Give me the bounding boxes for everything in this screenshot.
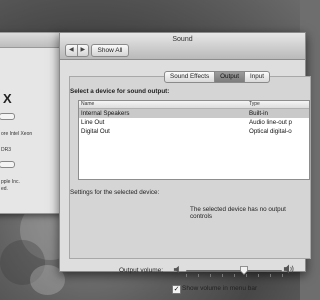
tab-bar: Sound Effects Output Input [164,71,271,83]
table-row[interactable]: Line Out Audio line-out p [79,118,309,127]
sound-preferences-window: Sound ◀ ▶ Show All Sound Effects Output … [59,32,311,294]
volume-tick [198,274,199,277]
device-name: Line Out [81,119,105,126]
volume-tick [222,274,223,277]
no-controls-message: The selected device has no output contro… [190,206,286,220]
tab-input[interactable]: Input [244,72,269,82]
more-info-button[interactable] [0,161,15,168]
speaker-low-icon [173,265,179,274]
window-title: Sound [172,36,193,43]
volume-tick [246,274,247,277]
output-volume-label: Output volume: [119,267,164,274]
about-window-titlebar[interactable] [0,33,61,48]
tab-sound-effects[interactable]: Sound Effects [165,72,214,82]
device-name: Internal Speakers [81,110,130,117]
forward-button[interactable]: ▶ [76,45,89,56]
back-button[interactable]: ◀ [66,45,77,56]
table-header: Name Type [79,101,309,109]
volume-slider[interactable] [186,270,282,272]
tab-output[interactable]: Output [214,72,244,82]
column-header-name[interactable]: Name [81,101,94,108]
volume-tick [210,274,211,277]
copyright-text: pple Inc. [1,179,20,185]
memory-text: DR3 [1,147,12,153]
output-device-table[interactable]: Name Type Internal Speakers Built-in Lin… [78,100,310,180]
nav-button-group: ◀ ▶ [65,44,89,57]
column-header-type[interactable]: Type [249,101,260,108]
volume-tick [186,274,187,277]
version-button[interactable] [0,113,15,120]
output-device-heading: Select a device for sound output: [70,88,170,95]
window-titlebar[interactable]: Sound ◀ ▶ Show All [60,33,305,60]
table-row[interactable]: Digital Out Optical digital-o [79,127,309,136]
device-settings-heading: Settings for the selected device: [70,189,160,196]
volume-tick [258,274,259,277]
volume-tick [234,274,235,277]
device-name: Digital Out [81,128,110,135]
show-volume-label[interactable]: Show volume in menu bar [182,285,257,292]
about-this-mac-window[interactable]: X ore Intel Xeon DR3 pple Inc. ed. [0,32,62,214]
device-type: Audio line-out p [249,119,292,126]
copyright-text-2: ed. [1,186,8,192]
device-type: Built-in [249,110,268,117]
show-volume-checkbox[interactable]: ✓ [172,285,181,294]
show-all-button[interactable]: Show All [91,44,129,57]
volume-tick [282,274,283,277]
os-logo-text: X [3,91,12,106]
volume-tick [270,274,271,277]
device-type: Optical digital-o [249,128,292,135]
processor-text: ore Intel Xeon [1,131,33,137]
table-row[interactable]: Internal Speakers Built-in [79,109,309,118]
speaker-high-icon [283,264,294,274]
